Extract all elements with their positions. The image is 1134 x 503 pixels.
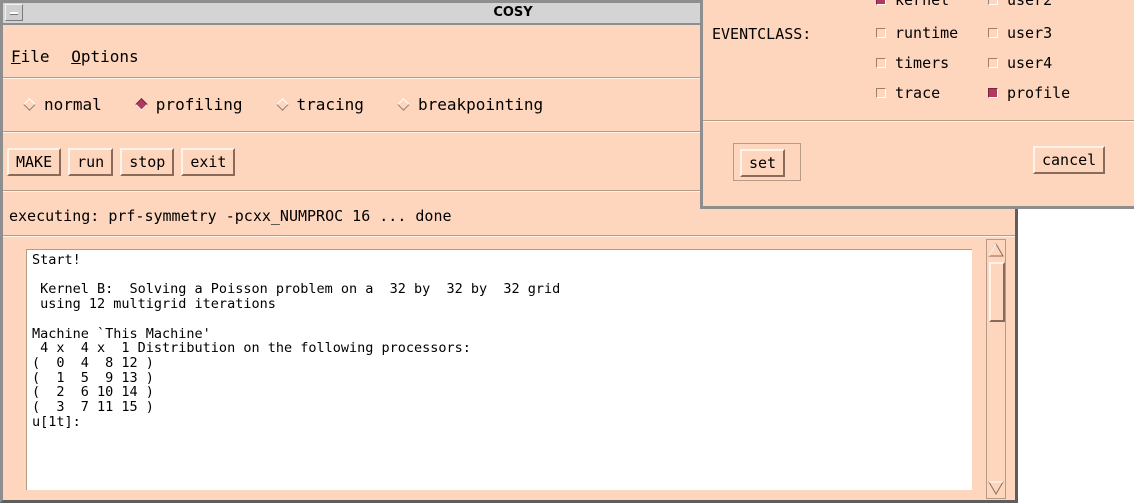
exit-button[interactable]: exit (181, 148, 236, 176)
menu-file[interactable]: File (11, 47, 50, 66)
window-title: COSY (493, 5, 533, 20)
checkbox-user2[interactable]: user2 (988, 0, 1052, 9)
menu-options[interactable]: Options (71, 47, 138, 66)
radio-off-icon (23, 98, 36, 111)
divider (703, 120, 1134, 122)
checkbox-user3[interactable]: user3 (988, 24, 1052, 42)
checkbox-unchecked-icon (876, 88, 886, 98)
eventclass-dialog: EVENTCLASS: kernel user2 runtime user3 t… (700, 0, 1134, 209)
cancel-button[interactable]: cancel (1033, 146, 1106, 174)
scroll-thumb[interactable] (989, 262, 1005, 322)
checkbox-unchecked-icon (876, 58, 886, 68)
checkbox-timers[interactable]: timers (876, 54, 949, 72)
radio-profiling[interactable]: profiling (134, 95, 243, 114)
radio-tracing[interactable]: tracing (275, 95, 364, 114)
run-button[interactable]: run (68, 148, 114, 176)
mode-radio-group: normal profiling tracing breakpointing (23, 95, 578, 114)
set-button[interactable]: set (740, 149, 786, 177)
checkbox-kernel[interactable]: kernel (876, 0, 949, 9)
window-menu-icon[interactable] (5, 4, 23, 21)
status-line: executing: prf-symmetry -pcxx_NUMPROC 16… (9, 207, 452, 225)
make-button[interactable]: MAKE (7, 148, 62, 176)
checkbox-unchecked-icon (988, 0, 998, 5)
menu-bar: File Options (11, 47, 151, 66)
radio-breakpointing[interactable]: breakpointing (397, 95, 543, 114)
action-buttons: MAKE run stop exit (7, 148, 242, 176)
checkbox-user4[interactable]: user4 (988, 54, 1052, 72)
radio-off-icon (275, 98, 289, 111)
checkbox-checked-icon (876, 0, 886, 5)
checkbox-unchecked-icon (876, 28, 886, 38)
radio-on-icon (134, 98, 148, 111)
scroll-down-icon[interactable] (988, 480, 1004, 496)
scroll-up-icon[interactable] (988, 242, 1004, 258)
radio-off-icon (397, 98, 410, 111)
stop-button[interactable]: stop (120, 148, 175, 176)
checkbox-unchecked-icon (988, 58, 998, 68)
checkbox-unchecked-icon (988, 28, 998, 38)
checkbox-profile[interactable]: profile (988, 84, 1070, 102)
checkbox-checked-icon (988, 88, 998, 98)
radio-normal[interactable]: normal (23, 95, 102, 114)
divider (3, 235, 1015, 237)
output-text-area[interactable]: Start! Kernel B: Solving a Poisson probl… (26, 249, 972, 490)
checkbox-runtime[interactable]: runtime (876, 24, 958, 42)
default-button-frame: set (733, 143, 801, 181)
eventclass-label: EVENTCLASS: (712, 25, 812, 43)
output-text: Start! Kernel B: Solving a Poisson probl… (32, 252, 561, 430)
vertical-scrollbar[interactable] (986, 239, 1006, 499)
checkbox-trace[interactable]: trace (876, 84, 940, 102)
